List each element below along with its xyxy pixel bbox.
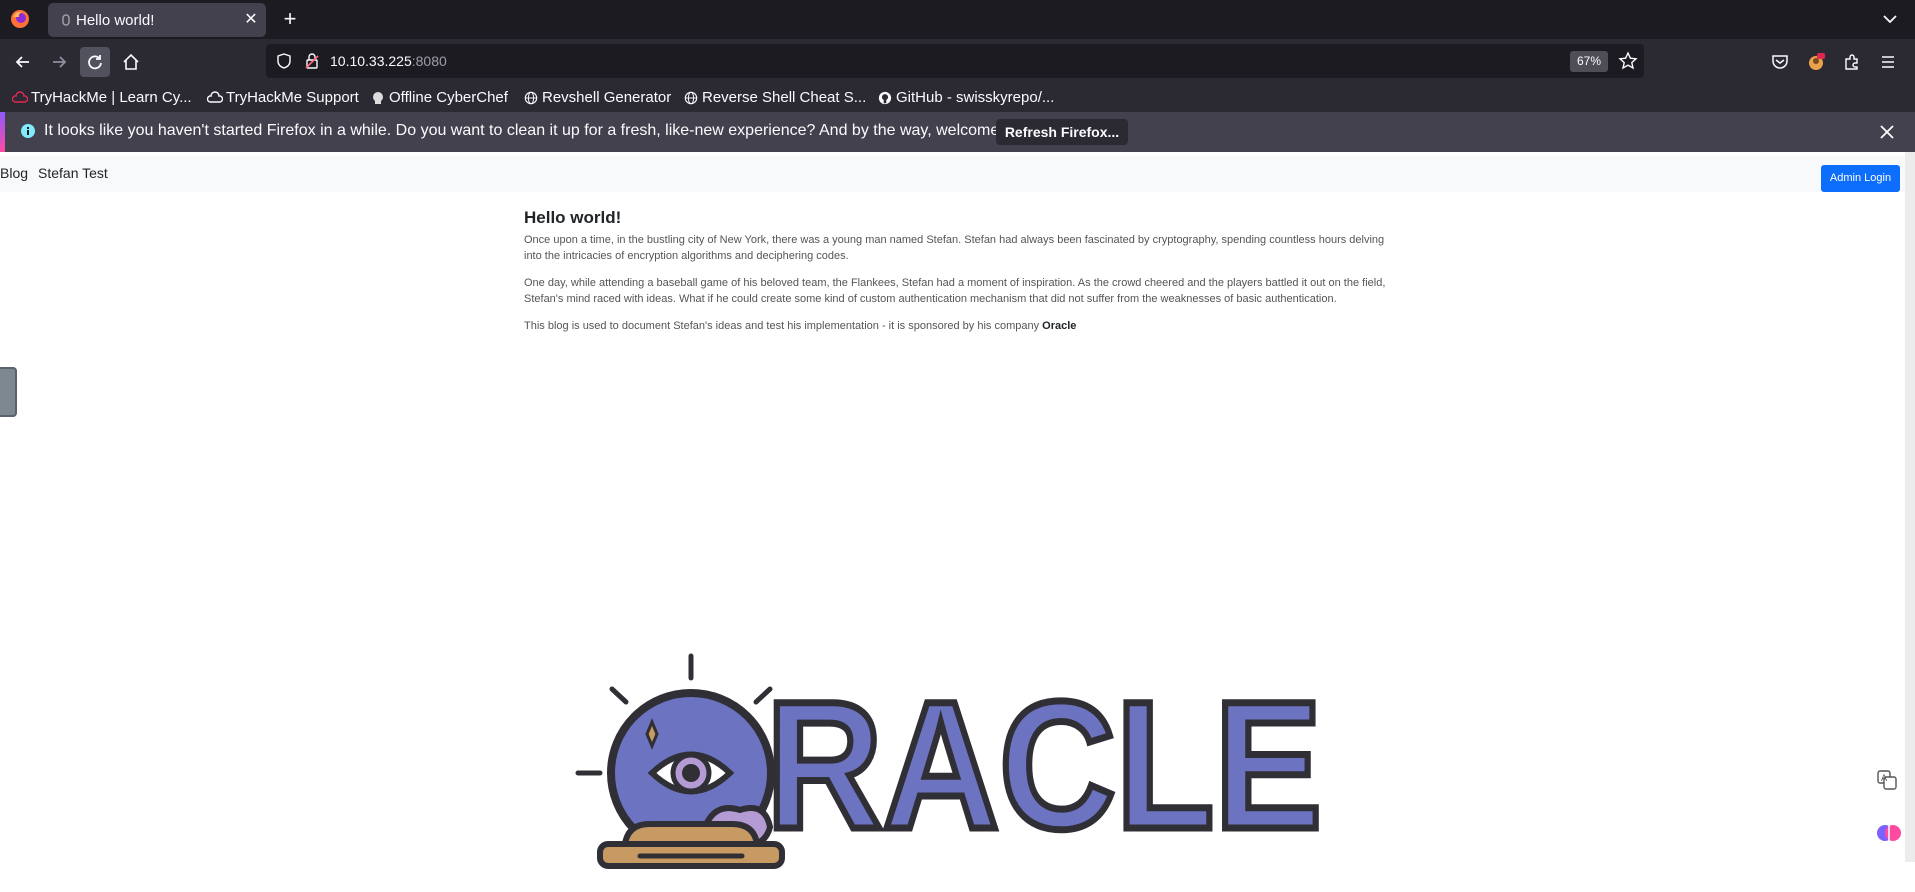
sidebar-toggle-handle[interactable]: [0, 367, 17, 417]
chevron-down-icon[interactable]: [1880, 9, 1900, 29]
forward-button[interactable]: [44, 47, 74, 77]
admin-login-button[interactable]: Admin Login: [1821, 165, 1900, 192]
globe-icon: [524, 91, 538, 105]
info-icon: [21, 124, 35, 138]
chef-icon: [373, 92, 383, 104]
tab-strip: Hello world! ✕ +: [0, 0, 1915, 39]
firefox-logo-icon[interactable]: [10, 9, 30, 29]
oracle-logo: RACLE: [575, 653, 1326, 871]
bookmark-label: TryHackMe Support: [226, 89, 359, 106]
translate-icon[interactable]: A: [1876, 769, 1898, 791]
home-icon: [123, 53, 139, 70]
tab-title: Hello world!: [76, 12, 155, 29]
reload-icon: [88, 55, 102, 70]
post-paragraph-3: This blog is used to document Stefan's i…: [524, 318, 1386, 334]
bookmarks-bar: TryHackMe | Learn Cy... TryHackMe Suppor…: [0, 84, 1915, 112]
bookmark-label: Reverse Shell Cheat S...: [702, 89, 867, 106]
tryhackme-icon: [12, 91, 28, 103]
site-navbar: Blog Stefan Test Admin Login: [0, 156, 1905, 192]
bookmark-label: Revshell Generator: [542, 89, 672, 106]
page-favicon-icon: [62, 14, 70, 26]
globe-icon: [684, 91, 698, 105]
refresh-firefox-button[interactable]: Refresh Firefox...: [996, 119, 1128, 145]
brain-icon[interactable]: [1876, 820, 1902, 846]
nav-link-stefan-test[interactable]: Stefan Test: [38, 165, 108, 181]
arrow-right-icon: [53, 56, 67, 68]
reload-button[interactable]: [80, 47, 110, 77]
pocket-button[interactable]: [1765, 47, 1795, 77]
account-avatar-icon: [1809, 53, 1825, 70]
notification-accent: [0, 112, 5, 152]
pocket-icon: [1772, 55, 1788, 69]
navigation-toolbar: 10.10.33.225:8080 67%: [0, 39, 1915, 84]
new-tab-button[interactable]: +: [280, 7, 300, 31]
page-scrollbar[interactable]: [1905, 152, 1915, 862]
svg-text:A: A: [1881, 774, 1888, 784]
tab-close-icon[interactable]: ✕: [242, 10, 260, 30]
post-title: Hello world!: [524, 208, 622, 227]
hamburger-menu-icon: [1882, 56, 1894, 68]
account-button[interactable]: [1801, 47, 1831, 77]
home-button[interactable]: [116, 47, 146, 77]
cloud-icon: [207, 91, 223, 103]
lock-warning-icon[interactable]: [304, 52, 320, 70]
post-paragraph-2: One day, while attending a baseball game…: [524, 277, 1386, 305]
post-paragraph-1: Once upon a time, in the bustling city o…: [524, 234, 1385, 262]
back-button[interactable]: [8, 47, 38, 77]
arrow-left-icon: [15, 56, 29, 68]
bookmark-label: TryHackMe | Learn Cy...: [31, 89, 192, 106]
nav-link-blog[interactable]: Blog: [0, 165, 28, 181]
sponsor-company: Oracle: [1042, 320, 1077, 332]
extensions-button[interactable]: [1837, 47, 1867, 77]
page-content: Blog Stefan Test Admin Login Hello world…: [0, 152, 1905, 871]
url-bar[interactable]: 10.10.33.225:8080 67%: [266, 44, 1644, 78]
oracle-logo-text: RACLE: [766, 663, 1322, 867]
shield-icon[interactable]: [276, 53, 292, 69]
bookmark-label: GitHub - swisskyrepo/...: [896, 89, 1055, 106]
zoom-level-badge[interactable]: 67%: [1570, 51, 1608, 72]
tab-hello-world[interactable]: Hello world! ✕: [48, 3, 266, 37]
post-paragraph-3-text: This blog is used to document Stefan's i…: [524, 320, 1043, 332]
menu-button[interactable]: [1873, 47, 1903, 77]
close-icon[interactable]: [1876, 121, 1898, 143]
github-icon: [878, 91, 892, 105]
notification-message: It looks like you haven't started Firefo…: [44, 122, 1042, 139]
url-host: 10.10.33.225: [330, 53, 412, 69]
bookmark-label: Offline CyberChef: [389, 89, 508, 106]
puzzle-icon: [1845, 54, 1858, 70]
notification-bar: It looks like you haven't started Firefo…: [0, 112, 1915, 152]
url-port: :8080: [411, 53, 447, 69]
bookmark-star-icon[interactable]: [1618, 51, 1638, 71]
url-text[interactable]: 10.10.33.225:8080: [330, 53, 447, 69]
